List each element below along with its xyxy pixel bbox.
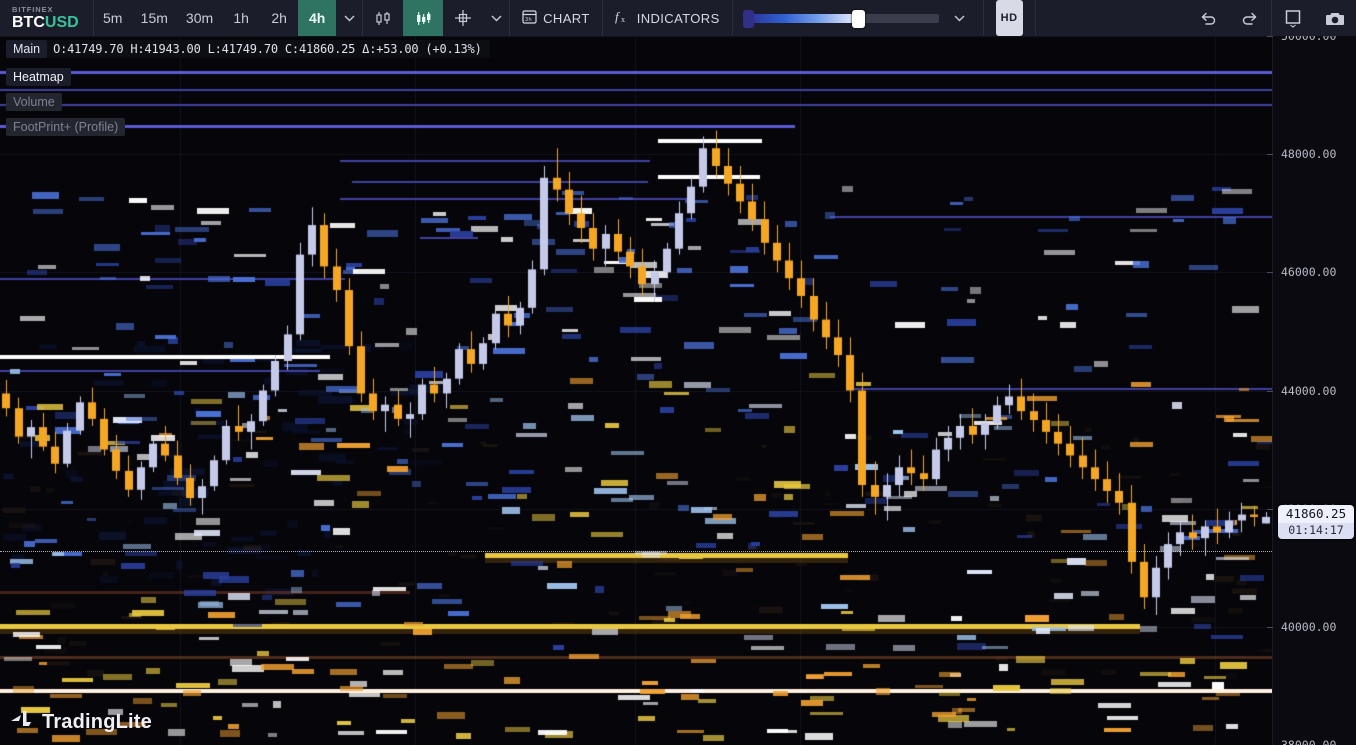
current-price-line	[0, 551, 1272, 552]
square-fullscreen-icon[interactable]	[1272, 0, 1314, 36]
price-tick-48000: 48000.00	[1281, 147, 1336, 161]
chart-render-surface[interactable]	[0, 36, 1272, 745]
undo-icon[interactable]	[1187, 0, 1229, 36]
candle-countdown: 01:14:17	[1278, 523, 1354, 539]
current-price-value: 41860.25	[1278, 505, 1354, 523]
pair-label: BTCUSD	[12, 14, 79, 31]
price-tick-dash	[1267, 509, 1273, 510]
heatmap-intensity-slider[interactable]	[733, 0, 983, 36]
hd-quality-button[interactable]: HD	[996, 0, 1023, 36]
pair-quote: USD	[45, 14, 79, 31]
toolbar-spacer	[1036, 0, 1187, 36]
chart-canvas[interactable]: Main O:41749.70 H:41943.00 L:41749.70 C:…	[0, 36, 1272, 745]
chart-button-label: CHART	[543, 11, 590, 26]
indicator-label-volume[interactable]: Volume	[6, 93, 62, 111]
heatmap-candles-icon[interactable]	[403, 0, 443, 36]
slider-knob[interactable]	[852, 10, 865, 28]
chevron-down-icon[interactable]	[336, 0, 362, 36]
timeframe-30m[interactable]: 30m	[177, 0, 222, 36]
indicator-label-heatmap[interactable]: Heatmap	[6, 68, 71, 86]
main-legend: Main O:41749.70 H:41943.00 L:41749.70 C:…	[6, 40, 490, 58]
price-axis[interactable]: 50000.0048000.0046000.0044000.0042000.00…	[1272, 36, 1356, 745]
indicators-button-label: INDICATORS	[637, 11, 720, 26]
indicators-button[interactable]: f x INDICATORS	[603, 0, 732, 36]
symbol-selector[interactable]: BITFINEX BTCUSD	[0, 0, 93, 36]
slider-fill	[743, 14, 857, 23]
exchange-label: BITFINEX	[12, 5, 79, 14]
svg-text:3h: 3h	[525, 17, 532, 23]
candlestick-icon[interactable]	[363, 0, 403, 36]
watermark-text: TradingLite	[42, 711, 152, 734]
slider-chevron-down-icon[interactable]	[947, 15, 973, 22]
pair-base: BTC	[12, 14, 45, 31]
current-price-tag: 41860.25 01:14:17	[1278, 505, 1354, 539]
legend-ohlc-values: O:41749.70 H:41943.00 L:41749.70 C:41860…	[47, 40, 490, 58]
divider	[983, 0, 984, 36]
price-tick-38000: 38000.00	[1281, 738, 1336, 745]
slider-track[interactable]	[743, 14, 939, 23]
svg-text:x: x	[621, 15, 625, 24]
price-tick-dash	[1267, 391, 1273, 392]
price-tick-dash	[1267, 154, 1273, 155]
top-toolbar: BITFINEX BTCUSD 5m 15m 30m 1h 2h 4h	[0, 0, 1356, 36]
crosshair-icon[interactable]	[443, 0, 483, 36]
price-tick-dash	[1267, 627, 1273, 628]
chart-style-chevron-down-icon[interactable]	[483, 0, 509, 36]
timeframe-5m[interactable]: 5m	[94, 0, 132, 36]
timeframe-4h[interactable]: 4h	[298, 0, 336, 36]
price-tick-dash	[1267, 36, 1273, 37]
timeframe-15m[interactable]: 15m	[132, 0, 177, 36]
indicator-label-footprint[interactable]: FootPrint+ (Profile)	[6, 118, 125, 136]
camera-icon[interactable]	[1314, 0, 1356, 36]
legend-main-label[interactable]: Main	[6, 40, 47, 58]
tradinglite-watermark: TradingLite	[10, 709, 152, 735]
fx-icon: f x	[615, 9, 631, 27]
chart-button[interactable]: 3h CHART	[510, 0, 602, 36]
price-tick-46000: 46000.00	[1281, 265, 1336, 279]
tradinglite-logo-icon	[10, 709, 35, 735]
timeframe-1h[interactable]: 1h	[222, 0, 260, 36]
price-tick-44000: 44000.00	[1281, 384, 1336, 398]
price-tick-40000: 40000.00	[1281, 620, 1336, 634]
calendar-chart-icon: 3h	[522, 9, 537, 27]
slider-start-cap	[743, 10, 754, 28]
timeframe-2h[interactable]: 2h	[260, 0, 298, 36]
price-tick-dash	[1267, 272, 1273, 273]
redo-icon[interactable]	[1229, 0, 1271, 36]
tradinglite-app: BITFINEX BTCUSD 5m 15m 30m 1h 2h 4h	[0, 0, 1356, 745]
